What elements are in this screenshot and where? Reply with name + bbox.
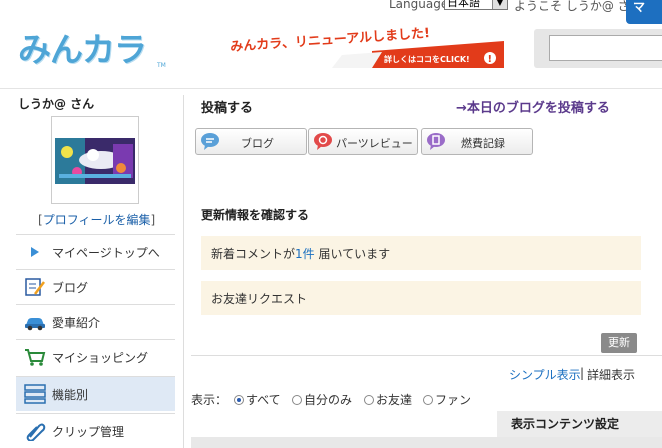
sidebar-item-label: 愛車紹介 xyxy=(52,316,101,330)
avatar-image xyxy=(55,138,135,184)
sidebar-item-label: マイページトップへ xyxy=(52,246,160,260)
bracket-close: ] xyxy=(150,213,156,227)
header-divider xyxy=(0,88,662,89)
sidebar-item-mypage-top[interactable]: マイページトップへ xyxy=(16,234,175,269)
clip-icon xyxy=(26,423,46,441)
fuel-icon xyxy=(427,133,445,150)
radio-icon[interactable] xyxy=(292,395,302,405)
speech-bubble-icon xyxy=(201,133,219,150)
filter-all-label: すべて xyxy=(246,393,281,407)
view-detail-link[interactable]: 詳細表示 xyxy=(587,366,635,383)
filter-all-radio[interactable]: すべて xyxy=(234,391,281,408)
svg-text:!: ! xyxy=(488,54,493,65)
logo-text: みんカラ xyxy=(18,30,147,69)
notice-comment-prefix: 新着コメントが xyxy=(211,247,296,261)
sidebar-item-label: マイショッピング xyxy=(52,351,149,365)
car-icon xyxy=(25,318,45,331)
view-separator: | xyxy=(580,366,585,380)
filter-self-label: 自分のみ xyxy=(304,393,353,407)
post-parts-review-label: パーツレビュー xyxy=(336,137,413,150)
profile-edit-link[interactable]: プロフィールを編集 xyxy=(43,213,151,227)
shopping-cart-icon xyxy=(25,349,46,366)
sidebar-item-shopping[interactable]: マイショッピング xyxy=(16,339,175,374)
notice-new-comments: 新着コメントが1件 届いています xyxy=(201,236,641,270)
radio-icon[interactable] xyxy=(364,395,374,405)
post-fuel-log-label: 燃費記録 xyxy=(461,137,505,150)
update-section-title: 更新情報を確認する xyxy=(201,208,310,222)
chevron-down-icon[interactable]: ▼ xyxy=(492,0,507,9)
sidebar-item-label: クリップ管理 xyxy=(52,425,125,439)
blog-pen-icon xyxy=(25,278,45,296)
notice-comment-suffix: 届いています xyxy=(318,247,391,261)
content-settings-header[interactable]: 表示コンテンツ設定 xyxy=(497,411,662,438)
post-today-blog-link[interactable]: →本日のブログを投稿する xyxy=(456,97,610,116)
my-page-button[interactable]: マ xyxy=(626,0,662,24)
filter-friends-label: お友達 xyxy=(376,393,413,407)
welcome-text: ようこそ しうか@ さん xyxy=(514,0,642,13)
filter-fans-radio[interactable]: ファン xyxy=(423,391,471,408)
review-icon xyxy=(314,133,332,150)
sidebar-item-clip[interactable]: クリップ管理 xyxy=(16,413,175,448)
sidebar-item-features[interactable]: 機能別 xyxy=(16,376,175,411)
radio-selected-icon[interactable] xyxy=(234,395,244,405)
refresh-button[interactable]: 更新 xyxy=(601,333,637,353)
avatar[interactable] xyxy=(51,116,139,204)
radio-icon[interactable] xyxy=(423,395,433,405)
list-icon xyxy=(24,384,46,404)
search-input[interactable] xyxy=(549,35,662,61)
post-fuel-log-button[interactable]: 燃費記録 xyxy=(421,128,533,155)
play-arrow-icon xyxy=(31,247,39,257)
language-label: Language xyxy=(389,0,449,11)
minkara-logo[interactable]: みんカラ TM xyxy=(18,28,168,72)
filter-fans-label: ファン xyxy=(435,393,472,407)
notice-comment-count-link[interactable]: 1件 xyxy=(295,247,315,261)
language-select[interactable]: 日本語 ▼ xyxy=(444,0,508,10)
main-divider xyxy=(191,355,662,356)
view-simple-link[interactable]: シンプル表示 xyxy=(509,366,581,383)
sidebar-item-label: 機能別 xyxy=(52,388,89,402)
filter-friends-radio[interactable]: お友達 xyxy=(364,391,412,408)
sidebar-item-label: ブログ xyxy=(52,281,89,295)
logo-tm: TM xyxy=(157,62,166,69)
post-section-title: 投稿する xyxy=(201,101,254,116)
sidebar-item-car[interactable]: 愛車紹介 xyxy=(16,304,175,339)
bottom-panel xyxy=(191,437,662,448)
post-parts-review-button[interactable]: パーツレビュー xyxy=(308,128,418,155)
sidebar-divider xyxy=(183,95,184,448)
banner-sub-text: 詳しくはココをCLICK! xyxy=(384,55,470,64)
profile-edit: [プロフィールを編集] xyxy=(38,211,155,228)
filter-label: 表示： xyxy=(191,393,228,407)
post-blog-button[interactable]: ブログ xyxy=(195,128,307,155)
search-area xyxy=(534,29,662,68)
notice-friend-request[interactable]: お友達リクエスト xyxy=(201,281,641,315)
notice-friend-text: お友達リクエスト xyxy=(211,292,308,306)
filter-self-radio[interactable]: 自分のみ xyxy=(292,391,352,408)
user-name: しうか@ さん xyxy=(18,97,95,111)
sidebar-item-blog[interactable]: ブログ xyxy=(16,269,175,304)
language-value: 日本語 xyxy=(447,0,480,9)
renewal-banner[interactable]: ! みんカラ、リニューアルしました! 詳しくはココをCLICK! xyxy=(222,25,504,70)
post-blog-label: ブログ xyxy=(241,137,274,150)
notice-comment-text: 新着コメントが1件 届いています xyxy=(211,245,390,262)
